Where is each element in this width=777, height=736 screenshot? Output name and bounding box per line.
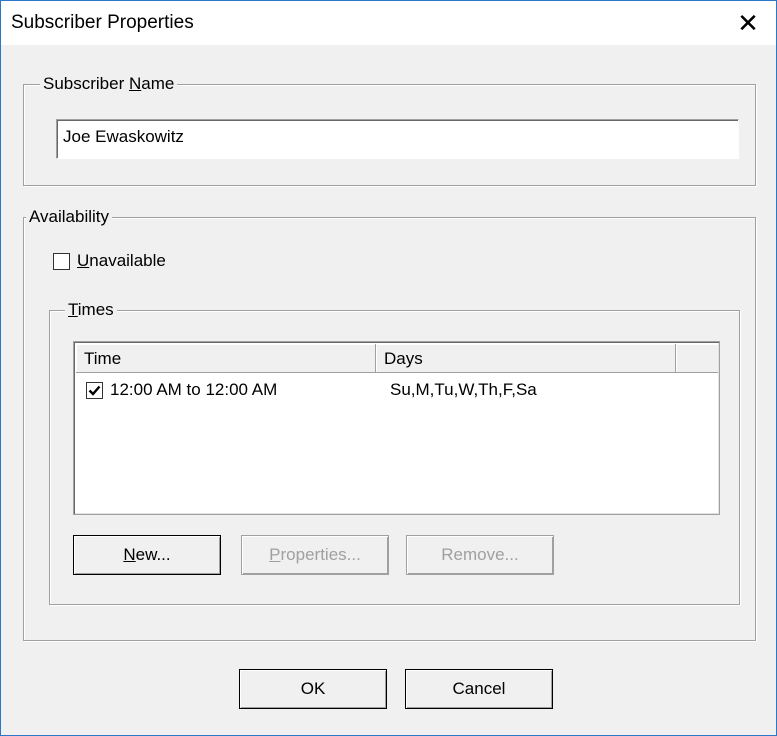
title-bar[interactable]: Subscriber Properties ✕ <box>1 1 776 45</box>
column-header-filler <box>676 344 718 373</box>
dialog-window: Subscriber Properties ✕ Subscriber Name … <box>0 0 777 736</box>
new-button[interactable]: New... <box>73 535 221 575</box>
checkmark-icon <box>88 385 101 396</box>
remove-button[interactable]: Remove... <box>406 535 554 575</box>
row-enabled-checkbox[interactable] <box>86 382 103 399</box>
availability-legend: Availability <box>26 207 113 227</box>
list-item[interactable]: 12:00 AM to 12:00 AM Su,M,Tu,W,Th,F,Sa <box>76 374 717 404</box>
subscriber-name-value: Joe Ewaskowitz <box>63 127 184 146</box>
unavailable-label[interactable]: Unavailable <box>77 251 166 271</box>
column-header-time[interactable]: Time <box>76 344 376 373</box>
column-header-days[interactable]: Days <box>376 344 676 373</box>
times-list[interactable]: Time Days 12:00 AM to 12:00 AM Su,M,Tu,W… <box>73 341 720 515</box>
unavailable-checkbox[interactable] <box>53 253 70 270</box>
properties-button[interactable]: Properties... <box>241 535 389 575</box>
ok-button[interactable]: OK <box>239 669 387 709</box>
window-title: Subscriber Properties <box>11 12 194 33</box>
subscriber-name-legend: Subscriber Name <box>40 74 178 94</box>
subscriber-name-input[interactable]: Joe Ewaskowitz <box>56 119 739 159</box>
close-icon[interactable]: ✕ <box>720 1 776 45</box>
cancel-button[interactable]: Cancel <box>405 669 553 709</box>
row-time: 12:00 AM to 12:00 AM <box>110 380 278 399</box>
row-days: Su,M,Tu,W,Th,F,Sa <box>390 380 537 399</box>
times-legend: Times <box>65 300 117 320</box>
